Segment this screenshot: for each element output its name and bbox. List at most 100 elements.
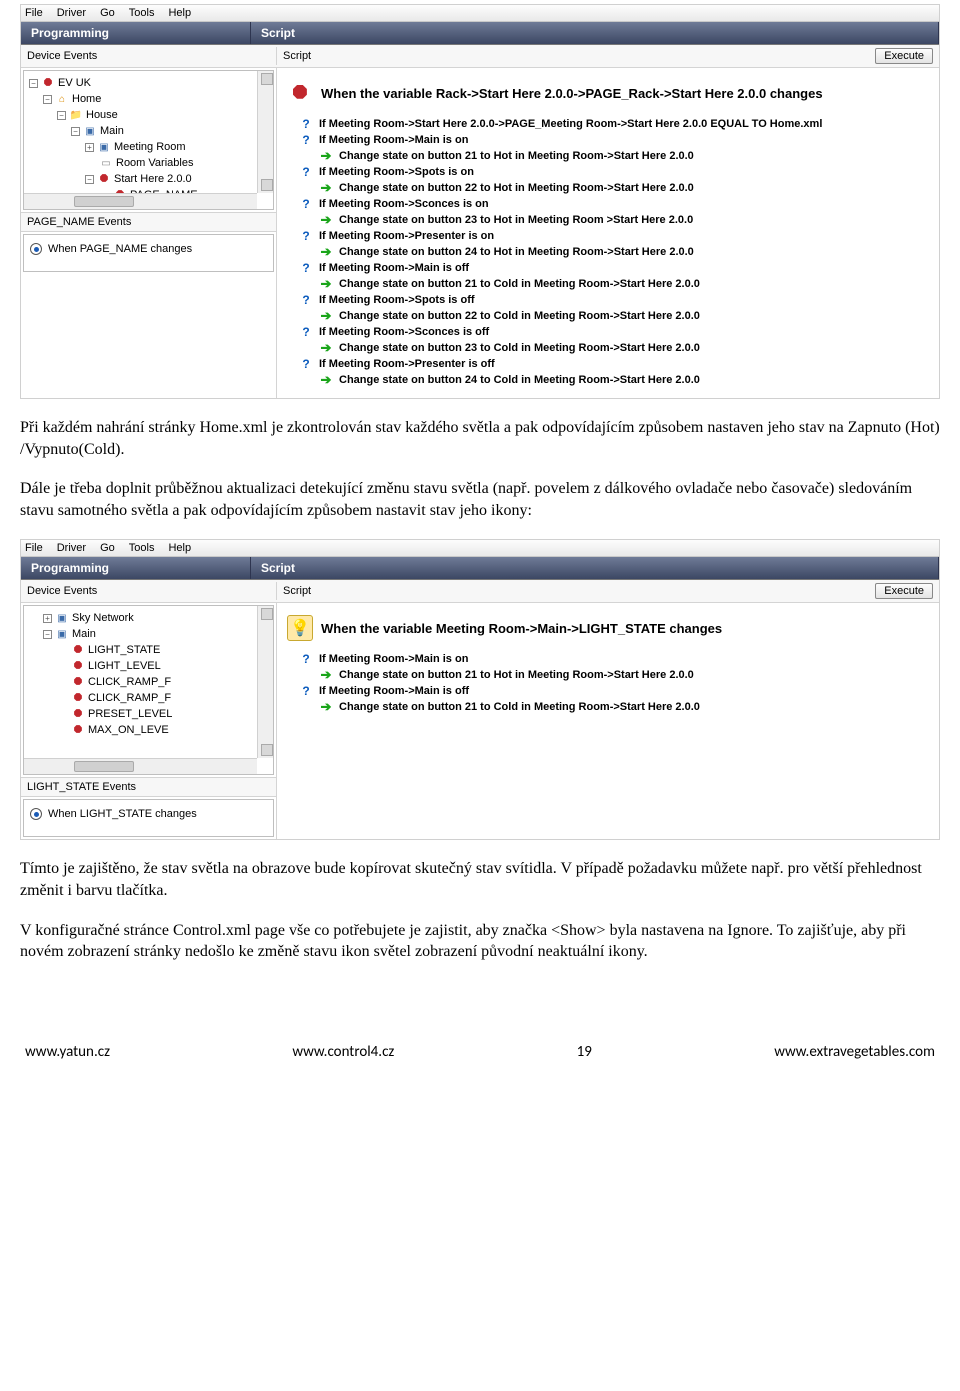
menu-item[interactable]: Tools	[129, 7, 155, 19]
scrollbar-vertical[interactable]	[257, 71, 273, 193]
script-line[interactable]: ➔Change state on button 23 to Hot in Mee…	[283, 212, 933, 228]
script-line[interactable]: ?If Meeting Room->Spots is on	[283, 164, 933, 180]
tabstrip: Programming Script	[21, 557, 939, 580]
menu-item[interactable]: File	[25, 542, 43, 554]
script-line[interactable]: ➔Change state on button 22 to Cold in Me…	[283, 308, 933, 324]
menu-item[interactable]: File	[25, 7, 43, 19]
event-radio-label: When LIGHT_STATE changes	[48, 808, 197, 820]
collapse-icon[interactable]: −	[29, 79, 38, 88]
tree-item-label: CLICK_RAMP_F	[88, 676, 171, 688]
tree-item[interactable]: −⯃Start Here 2.0.0	[26, 171, 271, 187]
script-line[interactable]: ?If Meeting Room->Main is off	[283, 260, 933, 276]
script-line-text: Change state on button 23 to Cold in Mee…	[339, 342, 700, 354]
script-line-text: If Meeting Room->Sconces is off	[319, 326, 489, 338]
script-line[interactable]: ➔Change state on button 24 to Cold in Me…	[283, 372, 933, 388]
c4-icon: ⯃	[71, 659, 85, 673]
tree-item[interactable]: ⯃CLICK_RAMP_F	[26, 674, 271, 690]
collapse-icon[interactable]: −	[43, 95, 52, 104]
script-line-text: If Meeting Room->Sconces is on	[319, 198, 489, 210]
menu-item[interactable]: Tools	[129, 542, 155, 554]
tree-item[interactable]: −▣Main	[26, 626, 271, 642]
c4-icon: ⯃	[97, 172, 111, 186]
expand-icon[interactable]: +	[85, 143, 94, 152]
menu-item[interactable]: Driver	[57, 542, 86, 554]
tree-item[interactable]: +▣Meeting Room	[26, 139, 271, 155]
collapse-icon[interactable]: −	[71, 127, 80, 136]
tab-script[interactable]: Script	[251, 557, 939, 579]
script-line-text: Change state on button 24 to Hot in Meet…	[339, 246, 694, 258]
tree-item[interactable]: ⯃MAX_ON_LEVE	[26, 722, 271, 738]
tree-item[interactable]: −⌂Home	[26, 91, 271, 107]
tree-item[interactable]: ⯃LIGHT_STATE	[26, 642, 271, 658]
menu-item[interactable]: Driver	[57, 7, 86, 19]
script-line[interactable]: ?If Meeting Room->Main is on	[283, 651, 933, 667]
scrollbar-vertical[interactable]	[257, 606, 273, 758]
event-radio-row[interactable]: When PAGE_NAME changes	[30, 243, 267, 255]
script-line[interactable]: ➔Change state on button 21 to Cold in Me…	[283, 699, 933, 715]
menu-item[interactable]: Help	[168, 542, 191, 554]
tree-item-label: MAX_ON_LEVE	[88, 724, 169, 736]
device-tree[interactable]: +▣Sky Network−▣Main⯃LIGHT_STATE⯃LIGHT_LE…	[23, 605, 274, 775]
script-line[interactable]: ➔Change state on button 21 to Hot in Mee…	[283, 148, 933, 164]
expand-icon[interactable]: +	[43, 614, 52, 623]
menu-item[interactable]: Help	[168, 7, 191, 19]
question-icon: ?	[299, 229, 313, 243]
tree-item-label: Main	[72, 628, 96, 640]
c4-icon: ⯃	[287, 80, 313, 106]
tree-item[interactable]: ⯃LIGHT_LEVEL	[26, 658, 271, 674]
script-line[interactable]: ?If Meeting Room->Presenter is on	[283, 228, 933, 244]
tree-item[interactable]: ⯃CLICK_RAMP_F	[26, 690, 271, 706]
tree-item[interactable]: −📁House	[26, 107, 271, 123]
arrow-icon: ➔	[319, 373, 333, 387]
tab-programming[interactable]: Programming	[21, 557, 251, 579]
scrollbar-horizontal[interactable]	[24, 193, 257, 209]
events-list[interactable]: When PAGE_NAME changes	[23, 234, 274, 272]
tree-item[interactable]: ▭Room Variables	[26, 155, 271, 171]
script-line[interactable]: ?If Meeting Room->Main is on	[283, 132, 933, 148]
script-line[interactable]: ?If Meeting Room->Main is off	[283, 683, 933, 699]
script-line-text: If Meeting Room->Main is on	[319, 653, 468, 665]
device-tree[interactable]: −⯃EV UK−⌂Home−📁House−▣Main+▣Meeting Room…	[23, 70, 274, 210]
scrollbar-horizontal[interactable]	[24, 758, 257, 774]
tab-script[interactable]: Script	[251, 22, 939, 44]
arrow-icon: ➔	[319, 277, 333, 291]
script-line-text: If Meeting Room->Main is on	[319, 134, 468, 146]
collapse-icon[interactable]: −	[43, 630, 52, 639]
collapse-icon[interactable]: −	[85, 175, 94, 184]
arrow-icon: ➔	[319, 700, 333, 714]
events-section-label: LIGHT_STATE Events	[21, 777, 276, 797]
tree-item[interactable]: +▣Sky Network	[26, 610, 271, 626]
event-radio-row[interactable]: When LIGHT_STATE changes	[30, 808, 267, 820]
footer-left: www.yatun.cz	[25, 1043, 110, 1061]
script-line[interactable]: ➔Change state on button 21 to Hot in Mee…	[283, 667, 933, 683]
script-line[interactable]: ➔Change state on button 21 to Cold in Me…	[283, 276, 933, 292]
script-line[interactable]: ?If Meeting Room->Presenter is off	[283, 356, 933, 372]
script-line[interactable]: ?If Meeting Room->Start Here 2.0.0->PAGE…	[283, 116, 933, 132]
script-line[interactable]: ?If Meeting Room->Spots is off	[283, 292, 933, 308]
tree-item[interactable]: −⯃EV UK	[26, 75, 271, 91]
script-line[interactable]: ?If Meeting Room->Sconces is on	[283, 196, 933, 212]
script-line-text: Change state on button 21 to Hot in Meet…	[339, 150, 694, 162]
menubar: File Driver Go Tools Help	[21, 5, 939, 22]
script-line-text: Change state on button 21 to Hot in Meet…	[339, 669, 694, 681]
tree-item-label: EV UK	[58, 77, 91, 89]
script-line[interactable]: ➔Change state on button 23 to Cold in Me…	[283, 340, 933, 356]
tree-item[interactable]: ⯃PRESET_LEVEL	[26, 706, 271, 722]
script-line[interactable]: ?If Meeting Room->Sconces is off	[283, 324, 933, 340]
subheader: Device Events Script Execute	[21, 580, 939, 603]
menu-item[interactable]: Go	[100, 7, 115, 19]
tab-programming[interactable]: Programming	[21, 22, 251, 44]
tree-item[interactable]: −▣Main	[26, 123, 271, 139]
script-line-text: Change state on button 23 to Hot in Meet…	[339, 214, 693, 226]
footer-mid1: www.control4.cz	[292, 1043, 394, 1061]
collapse-icon[interactable]: −	[57, 111, 66, 120]
script-line[interactable]: ➔Change state on button 24 to Hot in Mee…	[283, 244, 933, 260]
tree-item-label: Meeting Room	[114, 141, 186, 153]
execute-button[interactable]: Execute	[875, 583, 933, 599]
footer: www.yatun.cz www.control4.cz 19 www.extr…	[20, 1043, 940, 1061]
question-icon: ?	[299, 117, 313, 131]
events-list[interactable]: When LIGHT_STATE changes	[23, 799, 274, 837]
menu-item[interactable]: Go	[100, 542, 115, 554]
execute-button[interactable]: Execute	[875, 48, 933, 64]
script-line[interactable]: ➔Change state on button 22 to Hot in Mee…	[283, 180, 933, 196]
